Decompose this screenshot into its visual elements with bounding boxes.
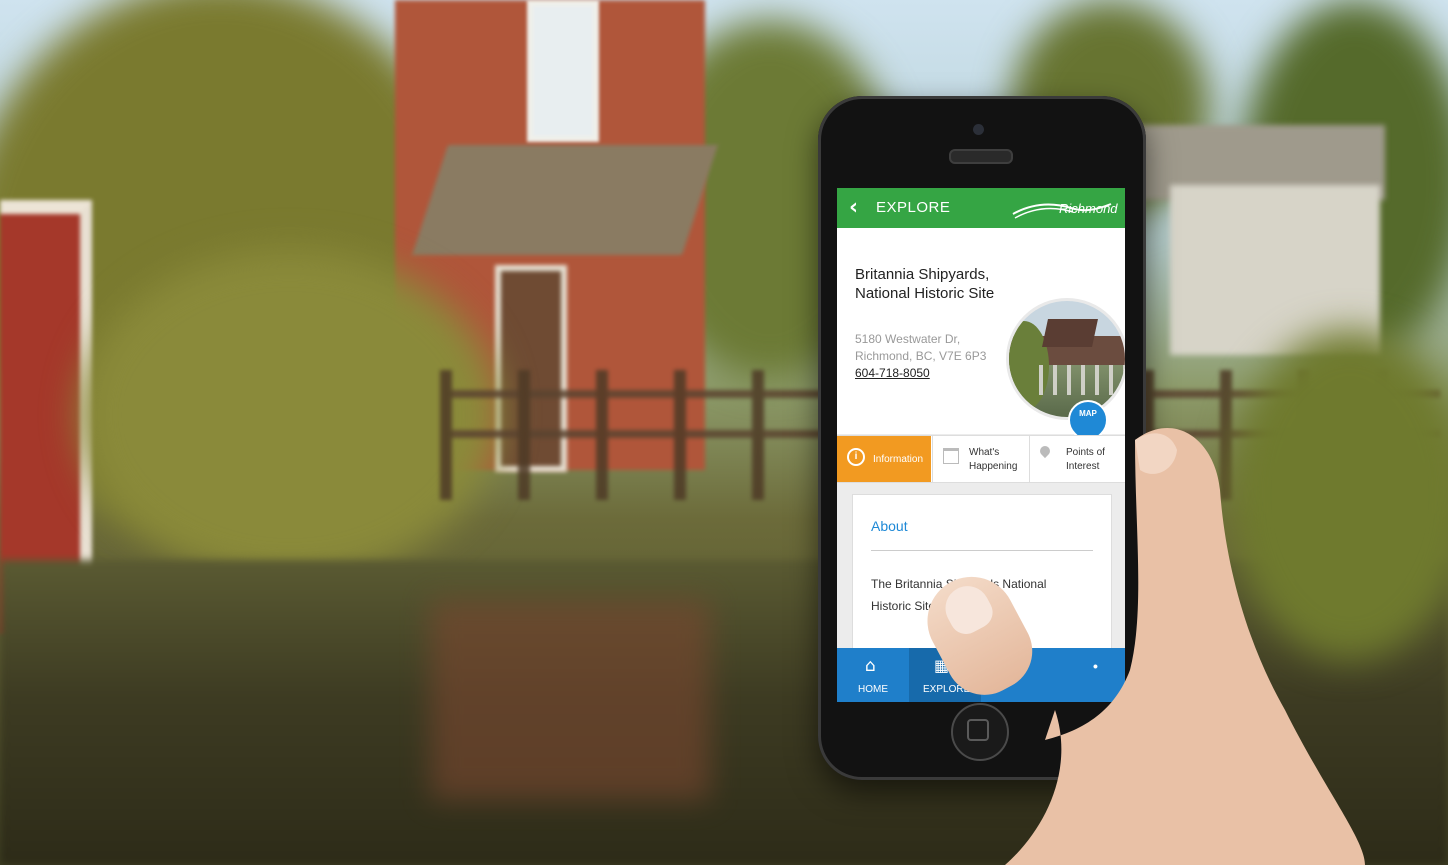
- home-icon: ⌂: [865, 656, 876, 676]
- about-title: About: [871, 518, 908, 534]
- phone-link[interactable]: 604-718-8050: [855, 366, 930, 380]
- chevron-left-icon[interactable]: ‹: [849, 197, 869, 219]
- info-icon: i: [847, 448, 865, 466]
- brand-name: Richmond: [1059, 201, 1118, 216]
- site-title: Britannia Shipyards, National Historic S…: [855, 266, 995, 302]
- red-house-window: [527, 0, 599, 142]
- photo-railing: [1039, 365, 1125, 395]
- shrubs: [80, 250, 500, 580]
- tab-information[interactable]: i Information: [837, 436, 931, 482]
- nav-home[interactable]: ⌂ HOME: [837, 648, 909, 702]
- camera-icon: [973, 124, 984, 135]
- back-label[interactable]: EXPLORE: [876, 199, 950, 216]
- address-line-2: Richmond, BC, V7E 6P3: [855, 349, 987, 363]
- speaker-grille: [949, 149, 1013, 164]
- tab-label: Information: [873, 454, 924, 465]
- app-header: ‹ EXPLORE Richmond: [837, 188, 1125, 228]
- site-card: Britannia Shipyards, National Historic S…: [837, 228, 1125, 449]
- water-reflection: [430, 600, 710, 800]
- site-photo: [1006, 298, 1125, 420]
- nav-label: HOME: [858, 684, 888, 695]
- red-house-porch-roof: [412, 145, 718, 255]
- address-line-1: 5180 Westwater Dr,: [855, 332, 961, 346]
- photo-building: [1042, 319, 1098, 347]
